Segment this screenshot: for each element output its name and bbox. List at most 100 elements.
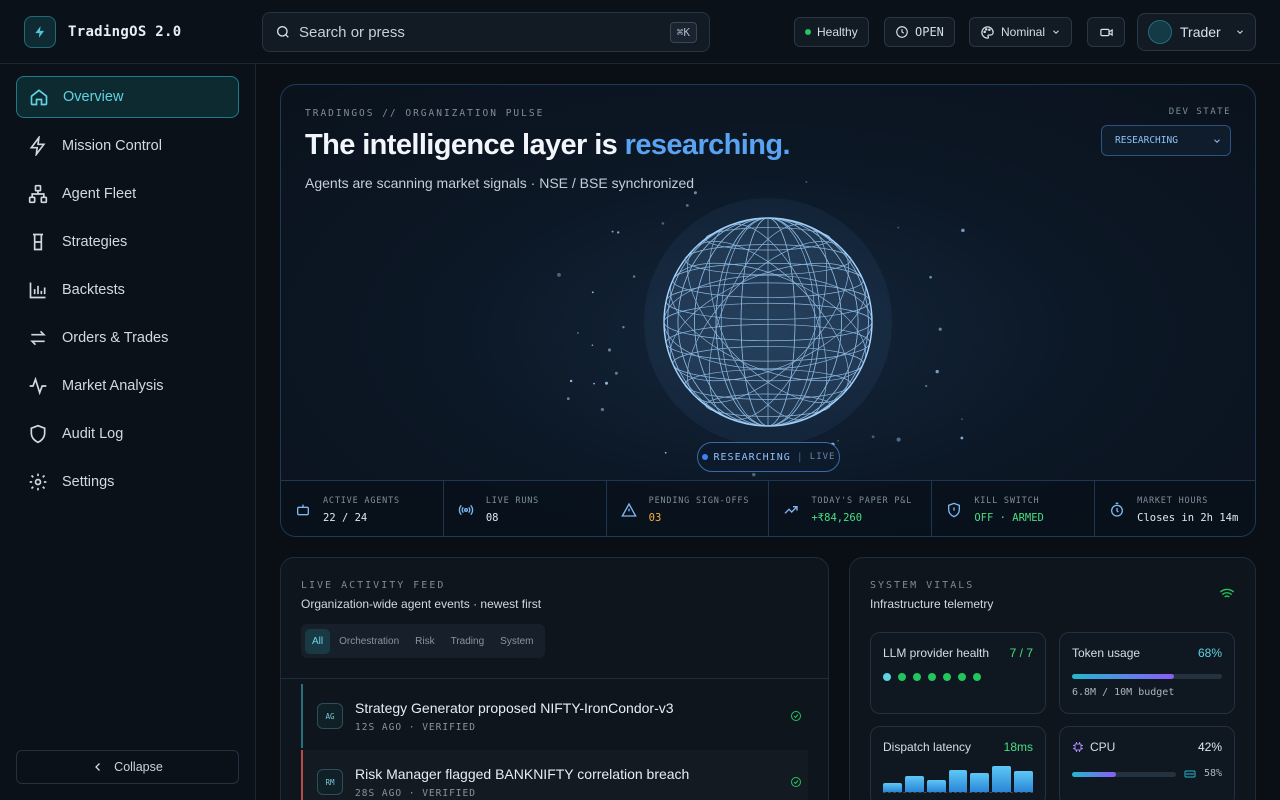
- latency-label: Dispatch latency: [883, 740, 972, 754]
- alert-icon: [620, 502, 637, 517]
- hero-title-main: The intelligence layer is: [305, 129, 625, 161]
- theme-dropdown[interactable]: Nominal: [969, 17, 1073, 47]
- sidebar-item-orders-trades[interactable]: Orders & Trades: [16, 317, 239, 359]
- user-name: Trader: [1180, 24, 1221, 40]
- camera-button[interactable]: [1087, 17, 1125, 47]
- feed-item-meta: 28S AGO · VERIFIED: [355, 787, 476, 799]
- search-input[interactable]: Search or press ⌘K: [262, 12, 710, 52]
- metric-pending-signoffs: PENDING SIGN-OFFS 03: [607, 481, 770, 536]
- sidebar-item-audit-log[interactable]: Audit Log: [16, 413, 239, 455]
- token-usage-fill: [1072, 674, 1174, 679]
- sidebar-item-backtests[interactable]: Backtests: [16, 269, 239, 311]
- check-circle-icon: [791, 777, 801, 787]
- cpu-card: CPU 42% 58%: [1059, 726, 1235, 800]
- dev-state-select[interactable]: RESEARCHING: [1101, 125, 1231, 156]
- sidebar-item-agent-fleet[interactable]: Agent Fleet: [16, 173, 239, 215]
- user-menu[interactable]: Trader: [1137, 13, 1256, 51]
- list-item[interactable]: RM Risk Manager flagged BANKNIFTY correl…: [301, 750, 808, 800]
- token-usage-card: Token usage 68% 6.8M / 10M budget: [1059, 632, 1235, 714]
- tab-orchestration[interactable]: Orchestration: [332, 629, 406, 654]
- cpu-label-wrap: CPU: [1072, 740, 1115, 754]
- avatar: [1148, 20, 1172, 44]
- chevron-down-icon: [1237, 30, 1243, 34]
- palette-icon: [981, 25, 994, 39]
- latency-bar: [948, 770, 968, 792]
- metric-kill-switch: KILL SWITCH OFF · ARMED: [932, 481, 1096, 536]
- provider-dot: [883, 673, 891, 681]
- tab-all[interactable]: All: [305, 628, 331, 654]
- cpu-icon: [1073, 742, 1083, 752]
- hero-subtitle: Agents are scanning market signals · NSE…: [305, 175, 695, 191]
- bar-chart-icon: [29, 282, 46, 299]
- llm-health-value: 7 / 7: [1009, 646, 1033, 660]
- status-chip-label: RESEARCHING: [713, 451, 791, 463]
- check-circle-icon: [791, 711, 801, 721]
- sidebar-item-label: Orders & Trades: [62, 330, 169, 346]
- metric-label: MARKET HOURS: [1137, 495, 1209, 506]
- sidebar: Overview Mission Control Agent Fleet Str…: [0, 64, 256, 800]
- provider-dot: [958, 673, 966, 681]
- cpu-label: CPU: [1090, 740, 1116, 754]
- list-item[interactable]: AG Strategy Generator proposed NIFTY-Iro…: [301, 684, 808, 748]
- dev-state-value: RESEARCHING: [1115, 135, 1178, 146]
- provider-status-dots: [883, 673, 981, 681]
- sidebar-item-label: Settings: [62, 474, 115, 490]
- status-dot: [701, 454, 708, 460]
- sidebar-item-overview[interactable]: Overview: [16, 76, 239, 118]
- token-usage-label: Token usage: [1072, 646, 1141, 660]
- dispatch-latency-card: Dispatch latency 18ms: [870, 726, 1046, 800]
- metric-paper-pnl: TODAY'S PAPER P&L +₹84,260: [769, 481, 933, 536]
- broadcast-icon: [458, 504, 473, 515]
- sidebar-item-market-analysis[interactable]: Market Analysis: [16, 365, 239, 407]
- memory-value: 58%: [1203, 768, 1222, 779]
- brand[interactable]: TradingOS 2.0: [24, 16, 181, 48]
- chevron-down-icon: [1053, 30, 1059, 34]
- provider-dot: [973, 673, 981, 681]
- sidebar-item-label: Agent Fleet: [62, 186, 137, 202]
- agent-badge: RM: [317, 769, 343, 795]
- sidebar-item-label: Mission Control: [62, 138, 162, 154]
- feed-item-title: Strategy Generator proposed NIFTY-IronCo…: [355, 699, 674, 716]
- gear-icon: [29, 473, 47, 491]
- health-label: Healthy: [817, 25, 858, 39]
- metric-label: LIVE RUNS: [485, 495, 540, 506]
- cpu-bar: [1072, 772, 1176, 777]
- market-status-badge[interactable]: OPEN: [884, 17, 955, 47]
- latency-bar: [904, 775, 924, 792]
- tab-system[interactable]: System: [493, 629, 540, 654]
- latency-bar: [883, 782, 902, 792]
- sidebar-item-mission-control[interactable]: Mission Control: [16, 125, 239, 167]
- wifi-icon: [1219, 588, 1235, 600]
- cpu-value: 42%: [1197, 740, 1222, 754]
- status-chip-live: LIVE: [809, 452, 836, 462]
- sidebar-item-label: Audit Log: [62, 426, 124, 442]
- latency-bar: [926, 779, 946, 792]
- timer-icon: [1111, 502, 1124, 517]
- sidebar-item-label: Market Analysis: [62, 378, 164, 394]
- activity-icon: [29, 376, 47, 396]
- metrics-strip: ACTIVE AGENTS 22 / 24 LIVE RUNS 08 PENDING…: [281, 480, 1255, 536]
- sidebar-item-label: Backtests: [62, 282, 125, 298]
- llm-health-label: LLM provider health: [883, 646, 990, 660]
- top-bar: TradingOS 2.0 Search or press ⌘K Healthy…: [0, 0, 1280, 64]
- divider: [281, 678, 828, 679]
- shield-icon: [30, 424, 46, 444]
- metric-label: PENDING SIGN-OFFS: [648, 495, 750, 506]
- sidebar-item-settings[interactable]: Settings: [16, 461, 239, 503]
- intelligence-globe: [643, 197, 893, 447]
- sidebar-item-label: Strategies: [62, 234, 128, 250]
- latency-bar: [970, 772, 990, 792]
- health-badge[interactable]: Healthy: [794, 17, 869, 47]
- metric-market-hours: MARKET HOURS Closes in 2h 14m: [1095, 481, 1255, 536]
- search-shortcut: ⌘K: [669, 21, 697, 43]
- token-budget: 6.8M / 10M budget: [1072, 687, 1175, 698]
- collapse-button[interactable]: Collapse: [16, 750, 239, 784]
- provider-dot: [913, 673, 921, 681]
- tab-trading[interactable]: Trading: [444, 629, 492, 654]
- tab-risk[interactable]: Risk: [408, 629, 441, 654]
- swap-icon: [30, 330, 46, 346]
- latency-bar: [1014, 770, 1034, 792]
- sidebar-item-strategies[interactable]: Strategies: [16, 221, 239, 263]
- metric-label: KILL SWITCH: [974, 495, 1040, 506]
- hero-title-accent: researching.: [624, 129, 791, 161]
